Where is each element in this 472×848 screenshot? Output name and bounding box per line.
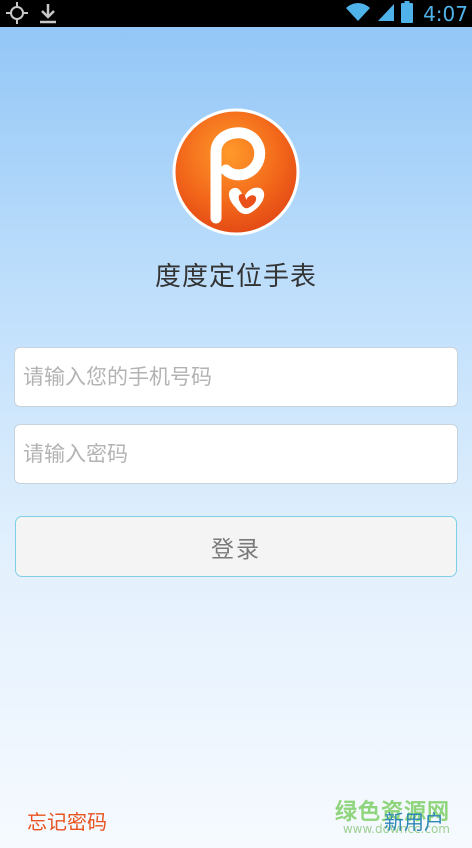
battery-icon <box>401 0 414 27</box>
status-bar: 4:07 <box>0 0 472 27</box>
signal-icon <box>377 2 395 26</box>
download-icon <box>38 2 58 28</box>
password-input[interactable] <box>14 424 458 484</box>
crosshair-icon <box>6 2 28 28</box>
app-logo <box>172 108 300 236</box>
phone-input[interactable] <box>14 347 458 407</box>
app-title: 度度定位手表 <box>154 262 317 292</box>
login-button[interactable]: 登录 <box>15 516 457 577</box>
new-user-link[interactable]: 新用户 <box>384 806 444 835</box>
status-time: 4:07 <box>423 1 468 26</box>
forgot-password-link[interactable]: 忘记密码 <box>27 806 107 835</box>
wifi-icon <box>345 2 371 26</box>
